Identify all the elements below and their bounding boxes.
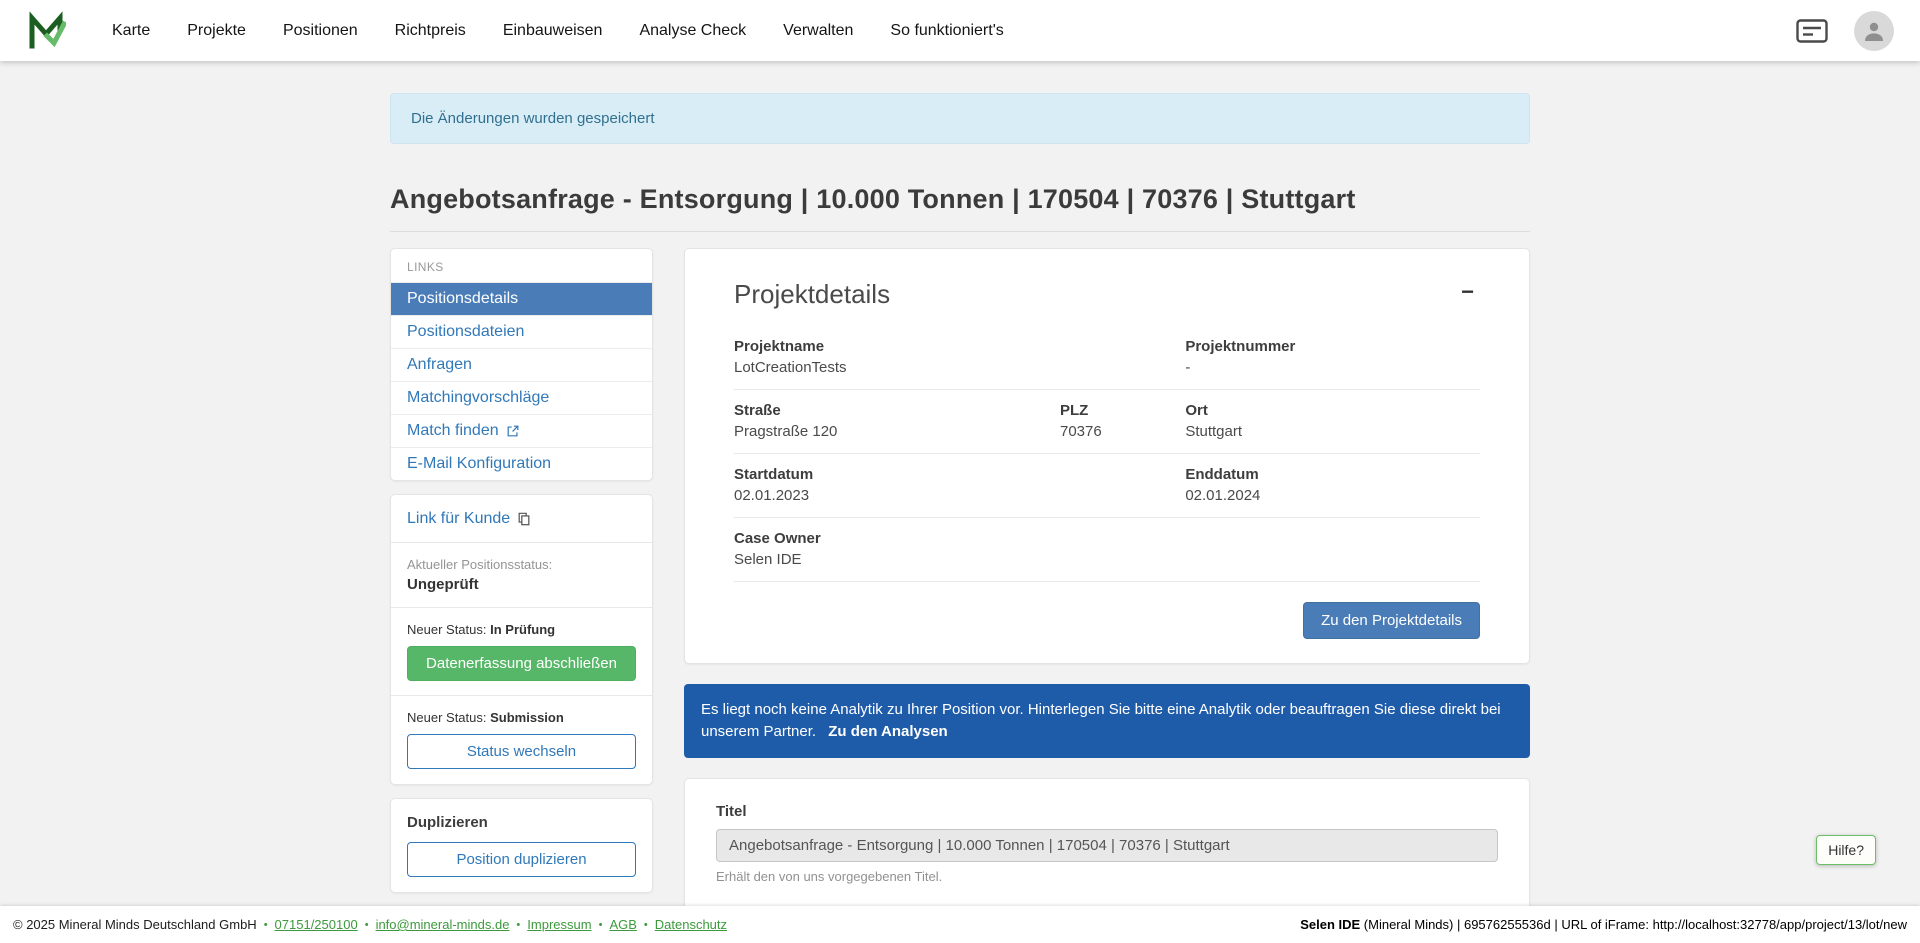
titel-label: Titel xyxy=(716,803,1498,820)
switch-status-button[interactable]: Status wechseln xyxy=(407,734,636,769)
field-label: Projektname xyxy=(734,338,1185,355)
field-label: Enddatum xyxy=(1185,466,1480,483)
separator-dot: • xyxy=(644,919,648,931)
field-label: Startdatum xyxy=(734,466,1185,483)
nav-item-positionen[interactable]: Positionen xyxy=(283,22,358,40)
saved-alert: Die Änderungen wurden gespeichert xyxy=(390,93,1530,144)
sidebar: LINKS Positionsdetails Positionsdateien … xyxy=(390,248,653,943)
main-nav: Karte Projekte Positionen Richtpreis Ein… xyxy=(112,22,1004,40)
duplicate-title: Duplizieren xyxy=(407,814,636,831)
datenschutz-link[interactable]: Datenschutz xyxy=(655,917,727,932)
sidebar-item-matchingvorschlaege[interactable]: Matchingvorschläge xyxy=(391,381,652,414)
nav-item-karte[interactable]: Karte xyxy=(112,22,150,40)
external-link-icon xyxy=(506,424,520,438)
copy-icon xyxy=(517,512,531,526)
zu-den-analysen-link[interactable]: Zu den Analysen xyxy=(828,723,947,740)
server-icon[interactable] xyxy=(1796,19,1828,43)
new-status-prefix: Neuer Status: xyxy=(407,622,487,637)
field-label: Ort xyxy=(1185,402,1480,419)
field-value: 02.01.2024 xyxy=(1185,487,1480,504)
nav-item-einbauweisen[interactable]: Einbauweisen xyxy=(503,22,603,40)
agb-link[interactable]: AGB xyxy=(609,917,636,932)
phone-link[interactable]: 07151/250100 xyxy=(275,917,358,932)
field-label: Straße xyxy=(734,402,1060,419)
field-value: Pragstraße 120 xyxy=(734,423,1060,440)
project-row: Straße Pragstraße 120 PLZ 70376 Ort Stut… xyxy=(734,390,1480,454)
divider xyxy=(391,607,652,608)
match-finden-label: Match finden xyxy=(407,422,499,440)
footer-left: © 2025 Mineral Minds Deutschland GmbH • … xyxy=(13,917,727,932)
session-info: Selen IDE (Mineral Minds) | 69576255536d… xyxy=(1300,917,1907,932)
page-title: Angebotsanfrage - Entsorgung | 10.000 To… xyxy=(390,184,1530,232)
mineral-minds-logo[interactable] xyxy=(26,11,66,51)
duplicate-card: Duplizieren Position duplizieren xyxy=(390,798,653,893)
customer-link-label: Link für Kunde xyxy=(407,510,510,528)
sidebar-item-email-konfiguration[interactable]: E-Mail Konfiguration xyxy=(391,447,652,480)
sidebar-item-positionsdateien[interactable]: Positionsdateien xyxy=(391,315,652,348)
links-header: LINKS xyxy=(391,249,652,282)
new-status-in-pruefung: Neuer Status: In Prüfung xyxy=(407,622,636,637)
nav-item-richtpreis[interactable]: Richtpreis xyxy=(395,22,466,40)
nav-item-so-funktionierts[interactable]: So funktioniert's xyxy=(890,22,1003,40)
sidebar-links-card: LINKS Positionsdetails Positionsdateien … xyxy=(390,248,653,481)
session-user: Selen IDE xyxy=(1300,917,1360,932)
footer: © 2025 Mineral Minds Deutschland GmbH • … xyxy=(0,906,1920,943)
field-value: 02.01.2023 xyxy=(734,487,1185,504)
project-details-button[interactable]: Zu den Projektdetails xyxy=(1303,602,1480,639)
copyright-text: © 2025 Mineral Minds Deutschland GmbH xyxy=(13,917,257,932)
project-details-card: Projektdetails − Projektname LotCreation… xyxy=(684,248,1530,664)
separator-dot: • xyxy=(365,919,369,931)
field-label: PLZ xyxy=(1060,402,1185,419)
field-value: Selen IDE xyxy=(734,551,1480,568)
top-navbar: Karte Projekte Positionen Richtpreis Ein… xyxy=(0,0,1920,61)
field-value: - xyxy=(1185,359,1480,376)
customer-link[interactable]: Link für Kunde xyxy=(407,510,531,528)
current-status-value: Ungeprüft xyxy=(407,576,636,593)
separator-dot: • xyxy=(264,919,268,931)
logo-icon xyxy=(26,11,66,51)
nav-item-projekte[interactable]: Projekte xyxy=(187,22,246,40)
nav-item-verwalten[interactable]: Verwalten xyxy=(783,22,853,40)
field-value: LotCreationTests xyxy=(734,359,1185,376)
duplicate-position-button[interactable]: Position duplizieren xyxy=(407,842,636,877)
titel-input xyxy=(716,829,1498,862)
titel-help: Erhält den von uns vorgegebenen Titel. xyxy=(716,869,1498,884)
user-avatar[interactable] xyxy=(1854,11,1894,51)
project-row: Case Owner Selen IDE xyxy=(734,518,1480,582)
navbar-right xyxy=(1796,11,1894,51)
analytics-alert-text: Es liegt noch keine Analytik zu Ihrer Po… xyxy=(701,701,1501,740)
field-label: Case Owner xyxy=(734,530,1480,547)
analytics-alert: Es liegt noch keine Analytik zu Ihrer Po… xyxy=(684,684,1530,758)
sidebar-item-positionsdetails[interactable]: Positionsdetails xyxy=(391,282,652,315)
impressum-link[interactable]: Impressum xyxy=(527,917,591,932)
separator-dot: • xyxy=(599,919,603,931)
field-value: Stuttgart xyxy=(1185,423,1480,440)
field-value: 70376 xyxy=(1060,423,1185,440)
new-status-value: Submission xyxy=(490,710,564,725)
field-label: Projektnummer xyxy=(1185,338,1480,355)
separator-dot: • xyxy=(516,919,520,931)
email-link[interactable]: info@mineral-minds.de xyxy=(376,917,510,932)
divider xyxy=(391,695,652,696)
main-content: Projektdetails − Projektname LotCreation… xyxy=(684,248,1530,943)
help-button[interactable]: Hilfe? xyxy=(1816,835,1876,865)
finish-data-entry-button[interactable]: Datenerfassung abschließen xyxy=(407,646,636,681)
status-card: Link für Kunde Aktueller Positionsstatus… xyxy=(390,494,653,785)
new-status-value: In Prüfung xyxy=(490,622,555,637)
person-icon xyxy=(1862,19,1886,43)
current-status-label: Aktueller Positionsstatus: xyxy=(407,557,636,572)
new-status-submission: Neuer Status: Submission xyxy=(407,710,636,725)
project-row: Startdatum 02.01.2023 Enddatum 02.01.202… xyxy=(734,454,1480,518)
divider xyxy=(391,542,652,543)
project-row: Projektname LotCreationTests Projektnumm… xyxy=(734,326,1480,390)
session-details: (Mineral Minds) | 69576255536d | URL of … xyxy=(1360,917,1907,932)
new-status-prefix: Neuer Status: xyxy=(407,710,487,725)
collapse-button[interactable]: − xyxy=(1455,279,1480,305)
nav-item-analyse-check[interactable]: Analyse Check xyxy=(639,22,746,40)
page-scroll-area: Die Änderungen wurden gespeichert Angebo… xyxy=(0,61,1920,943)
sidebar-item-match-finden[interactable]: Match finden xyxy=(391,414,652,447)
sidebar-item-anfragen[interactable]: Anfragen xyxy=(391,348,652,381)
project-details-title: Projektdetails xyxy=(734,279,890,310)
